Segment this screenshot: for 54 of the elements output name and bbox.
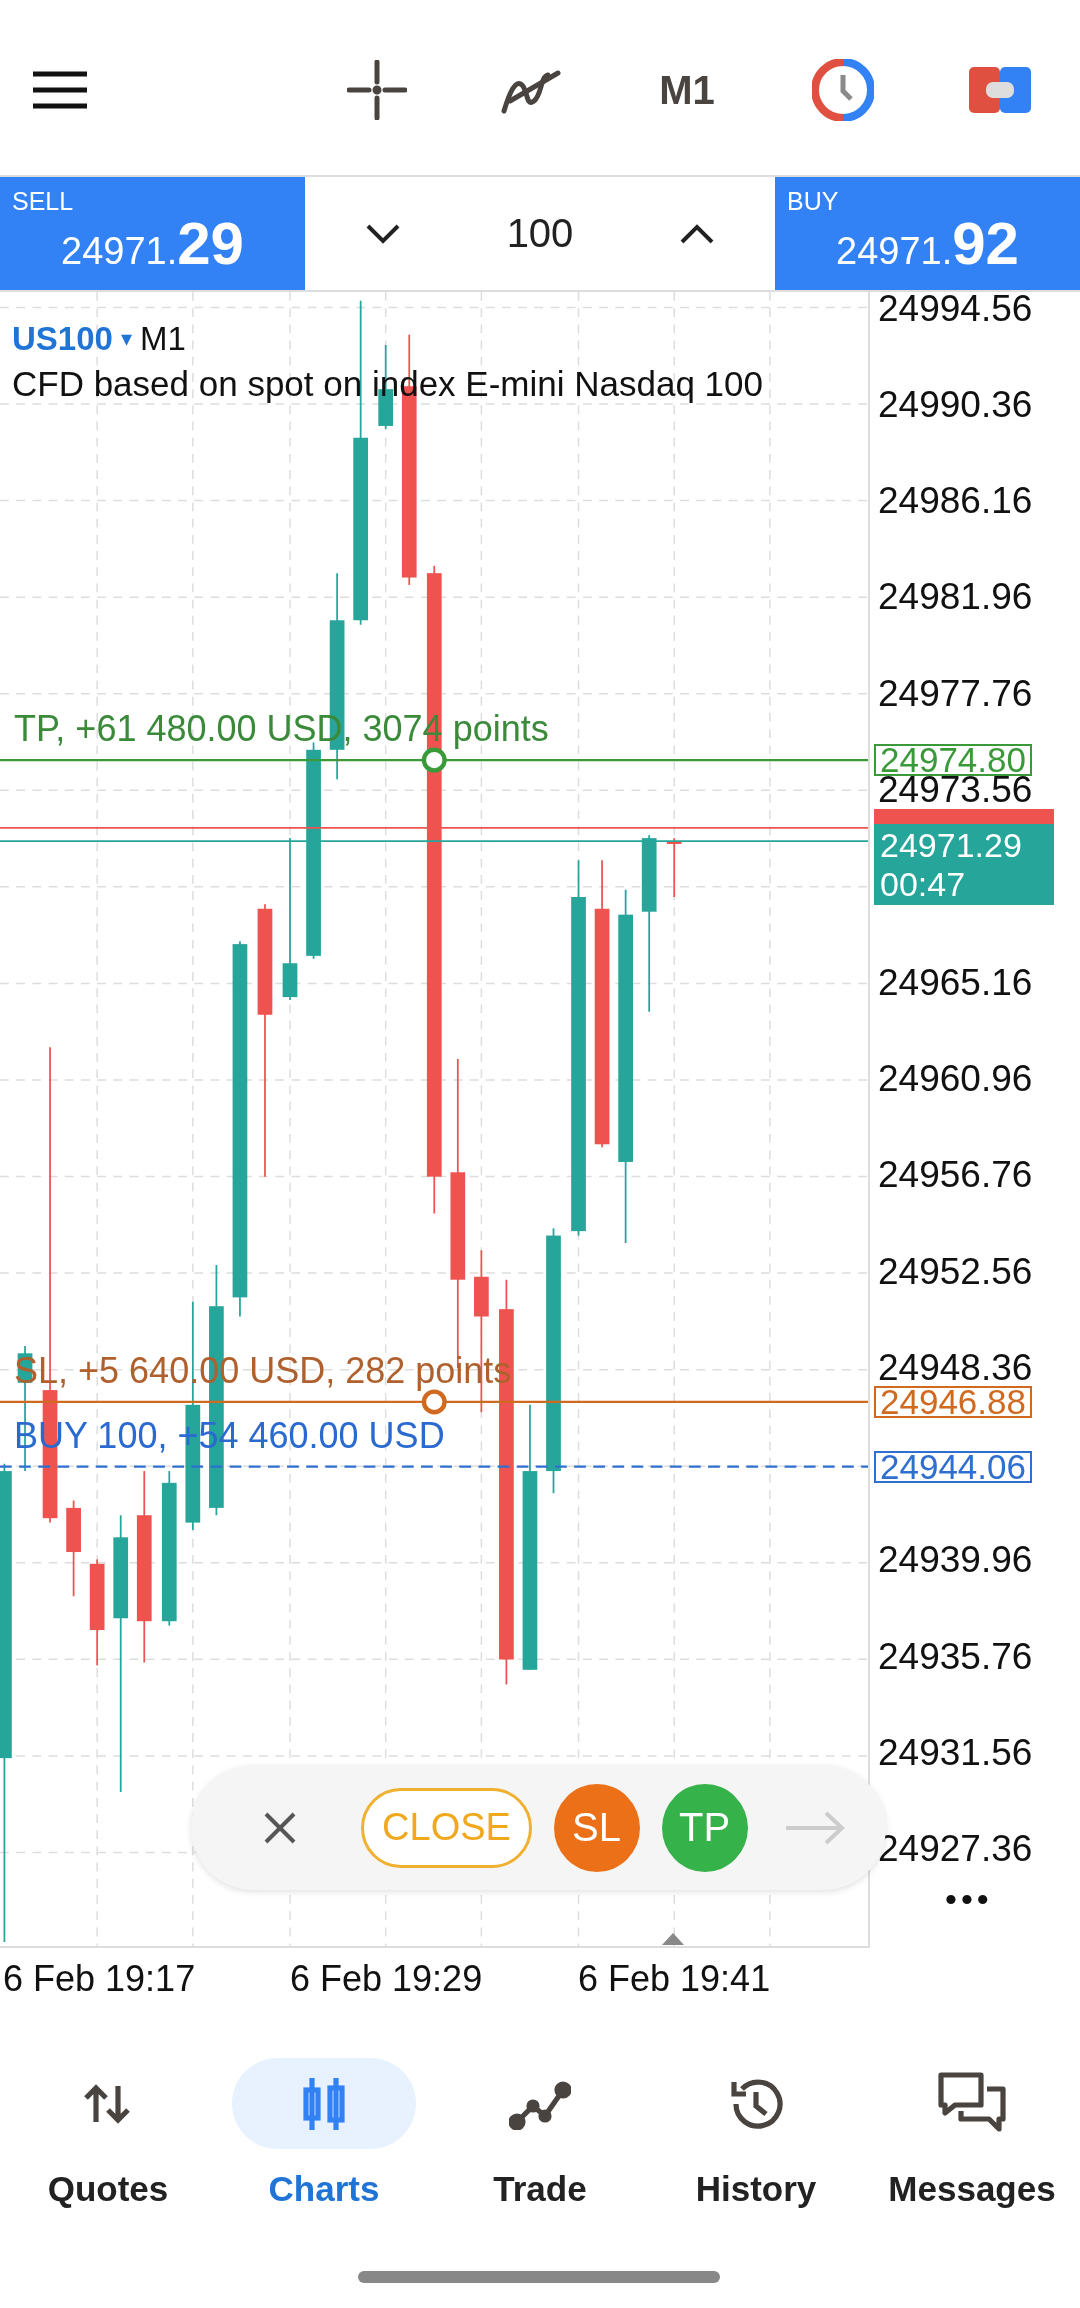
- sell-label: SELL: [12, 187, 74, 216]
- chevron-down-icon[interactable]: [365, 222, 401, 245]
- price-label: 24965.16: [878, 968, 1033, 997]
- price-tag: 24946.88: [874, 1385, 1032, 1418]
- buy-button[interactable]: BUY 24971.92: [775, 177, 1080, 290]
- menu-icon: [33, 71, 87, 109]
- nav-tab[interactable]: Trade: [432, 2058, 648, 2258]
- time-label: 6 Feb 19:29: [290, 1958, 483, 2000]
- symbol-caret[interactable]: ▾: [120, 326, 132, 352]
- crosshair-icon: [347, 60, 407, 120]
- current-price: 24971.29: [880, 827, 1023, 864]
- take-profit-button[interactable]: TP: [661, 1783, 748, 1872]
- nav-tab[interactable]: Quotes: [0, 2058, 216, 2258]
- buy-price: 24971.92: [836, 214, 1019, 274]
- price-label: 24977.76: [878, 679, 1033, 708]
- sell-button[interactable]: SELL 24971.29: [0, 177, 305, 290]
- timeframe-button[interactable]: M1: [637, 40, 737, 140]
- price-label: 24956.76: [878, 1161, 1033, 1190]
- chevron-up-icon[interactable]: [679, 222, 715, 245]
- arrow-right-icon: [783, 1809, 846, 1846]
- price-label: 24960.96: [878, 1064, 1033, 1093]
- price-label: 24935.76: [878, 1642, 1033, 1671]
- price-label: 24994.56: [878, 294, 1033, 323]
- drag-handle-icon[interactable]: [421, 747, 447, 773]
- price-tag: 24974.80: [874, 744, 1032, 777]
- drag-handle-icon[interactable]: [421, 1389, 447, 1415]
- price-label: 24981.96: [878, 583, 1033, 612]
- candle-timer: 00:47: [880, 865, 967, 902]
- time-label: 6 Feb 19:17: [3, 1958, 196, 2000]
- more-button[interactable]: •••: [945, 1880, 993, 1919]
- marker-triangle-icon: [662, 1933, 684, 1945]
- price-label: 24948.36: [878, 1353, 1033, 1382]
- symbol-name[interactable]: US100: [12, 320, 113, 358]
- price-tag: 24944.06: [874, 1450, 1032, 1483]
- nav-tab[interactable]: History: [648, 2058, 864, 2258]
- nav-tab[interactable]: Charts: [216, 2058, 432, 2258]
- price-label: 24973.56: [878, 776, 1033, 804]
- buy-label: BUY: [787, 187, 839, 216]
- volume-field[interactable]: 100: [506, 211, 574, 256]
- sell-price: 24971.29: [61, 214, 244, 274]
- candle: [666, 837, 682, 898]
- price-label: 24990.36: [878, 390, 1033, 419]
- price-label: 24952.56: [878, 1257, 1033, 1286]
- price-label: 24927.36: [878, 1835, 1033, 1864]
- chart-timeframe: M1: [139, 320, 186, 358]
- price-label: 24931.56: [878, 1739, 1033, 1767]
- clock-icon: [812, 59, 874, 121]
- price-label: 24986.16: [878, 487, 1033, 516]
- nav-tab[interactable]: Messages: [864, 2058, 1080, 2258]
- toggle-icon: [969, 67, 1031, 113]
- close-icon: [263, 1810, 298, 1845]
- stop-loss-button[interactable]: SL: [553, 1783, 640, 1872]
- time-label: 6 Feb 19:41: [578, 1958, 771, 2000]
- price-label: 24939.96: [878, 1546, 1033, 1575]
